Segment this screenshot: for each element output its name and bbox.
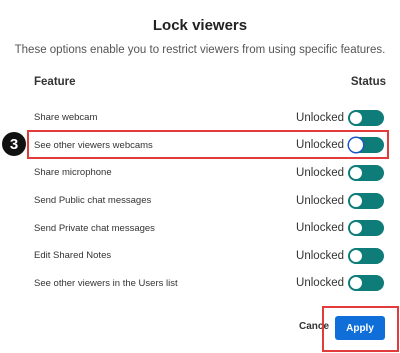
feature-row-share-webcam: Share webcam Unlocked bbox=[0, 104, 400, 132]
feature-label: Share microphone bbox=[34, 167, 112, 179]
dialog-subtitle: These options enable you to restrict vie… bbox=[14, 44, 386, 56]
share-webcam-toggle[interactable] bbox=[348, 109, 384, 126]
feature-status: Unlocked bbox=[296, 111, 344, 124]
status-column-header: Status bbox=[350, 76, 386, 88]
feature-row-private-chat: Send Private chat messages Unlocked bbox=[0, 214, 400, 242]
step-number-badge: 3 bbox=[2, 132, 26, 156]
feature-label: See other viewers in the Users list bbox=[34, 277, 178, 289]
dialog-title: Lock viewers bbox=[152, 17, 248, 34]
lock-viewers-dialog: Lock viewers These options enable you to… bbox=[0, 0, 400, 353]
toggle-knob bbox=[350, 111, 362, 124]
feature-status: Unlocked bbox=[296, 222, 344, 235]
feature-status: Unlocked bbox=[296, 277, 344, 290]
feature-row-share-microphone: Share microphone Unlocked bbox=[0, 159, 400, 187]
feature-label: Edit Shared Notes bbox=[34, 250, 112, 262]
users-list-toggle[interactable] bbox=[348, 275, 384, 292]
toggle-knob bbox=[350, 194, 362, 207]
feature-status: Unlocked bbox=[296, 194, 344, 207]
feature-label: Share webcam bbox=[34, 112, 98, 124]
feature-status: Unlocked bbox=[296, 166, 344, 179]
feature-row-shared-notes: Edit Shared Notes Unlocked bbox=[0, 242, 400, 270]
apply-button[interactable]: Apply bbox=[335, 316, 385, 340]
toggle-knob bbox=[350, 222, 362, 235]
shared-notes-toggle[interactable] bbox=[348, 247, 384, 264]
row-highlight-box bbox=[27, 130, 389, 159]
share-microphone-toggle[interactable] bbox=[348, 164, 384, 181]
toggle-knob bbox=[350, 166, 362, 179]
toggle-knob bbox=[350, 249, 362, 262]
feature-row-users-list: See other viewers in the Users list Unlo… bbox=[0, 270, 400, 298]
private-chat-toggle[interactable] bbox=[348, 220, 384, 237]
public-chat-toggle[interactable] bbox=[348, 192, 384, 209]
feature-label: Send Public chat messages bbox=[34, 195, 152, 207]
toggle-knob bbox=[350, 277, 362, 290]
feature-row-public-chat: Send Public chat messages Unlocked bbox=[0, 187, 400, 215]
feature-column-header: Feature bbox=[34, 76, 76, 88]
feature-label: Send Private chat messages bbox=[34, 222, 155, 234]
feature-status: Unlocked bbox=[296, 249, 344, 262]
